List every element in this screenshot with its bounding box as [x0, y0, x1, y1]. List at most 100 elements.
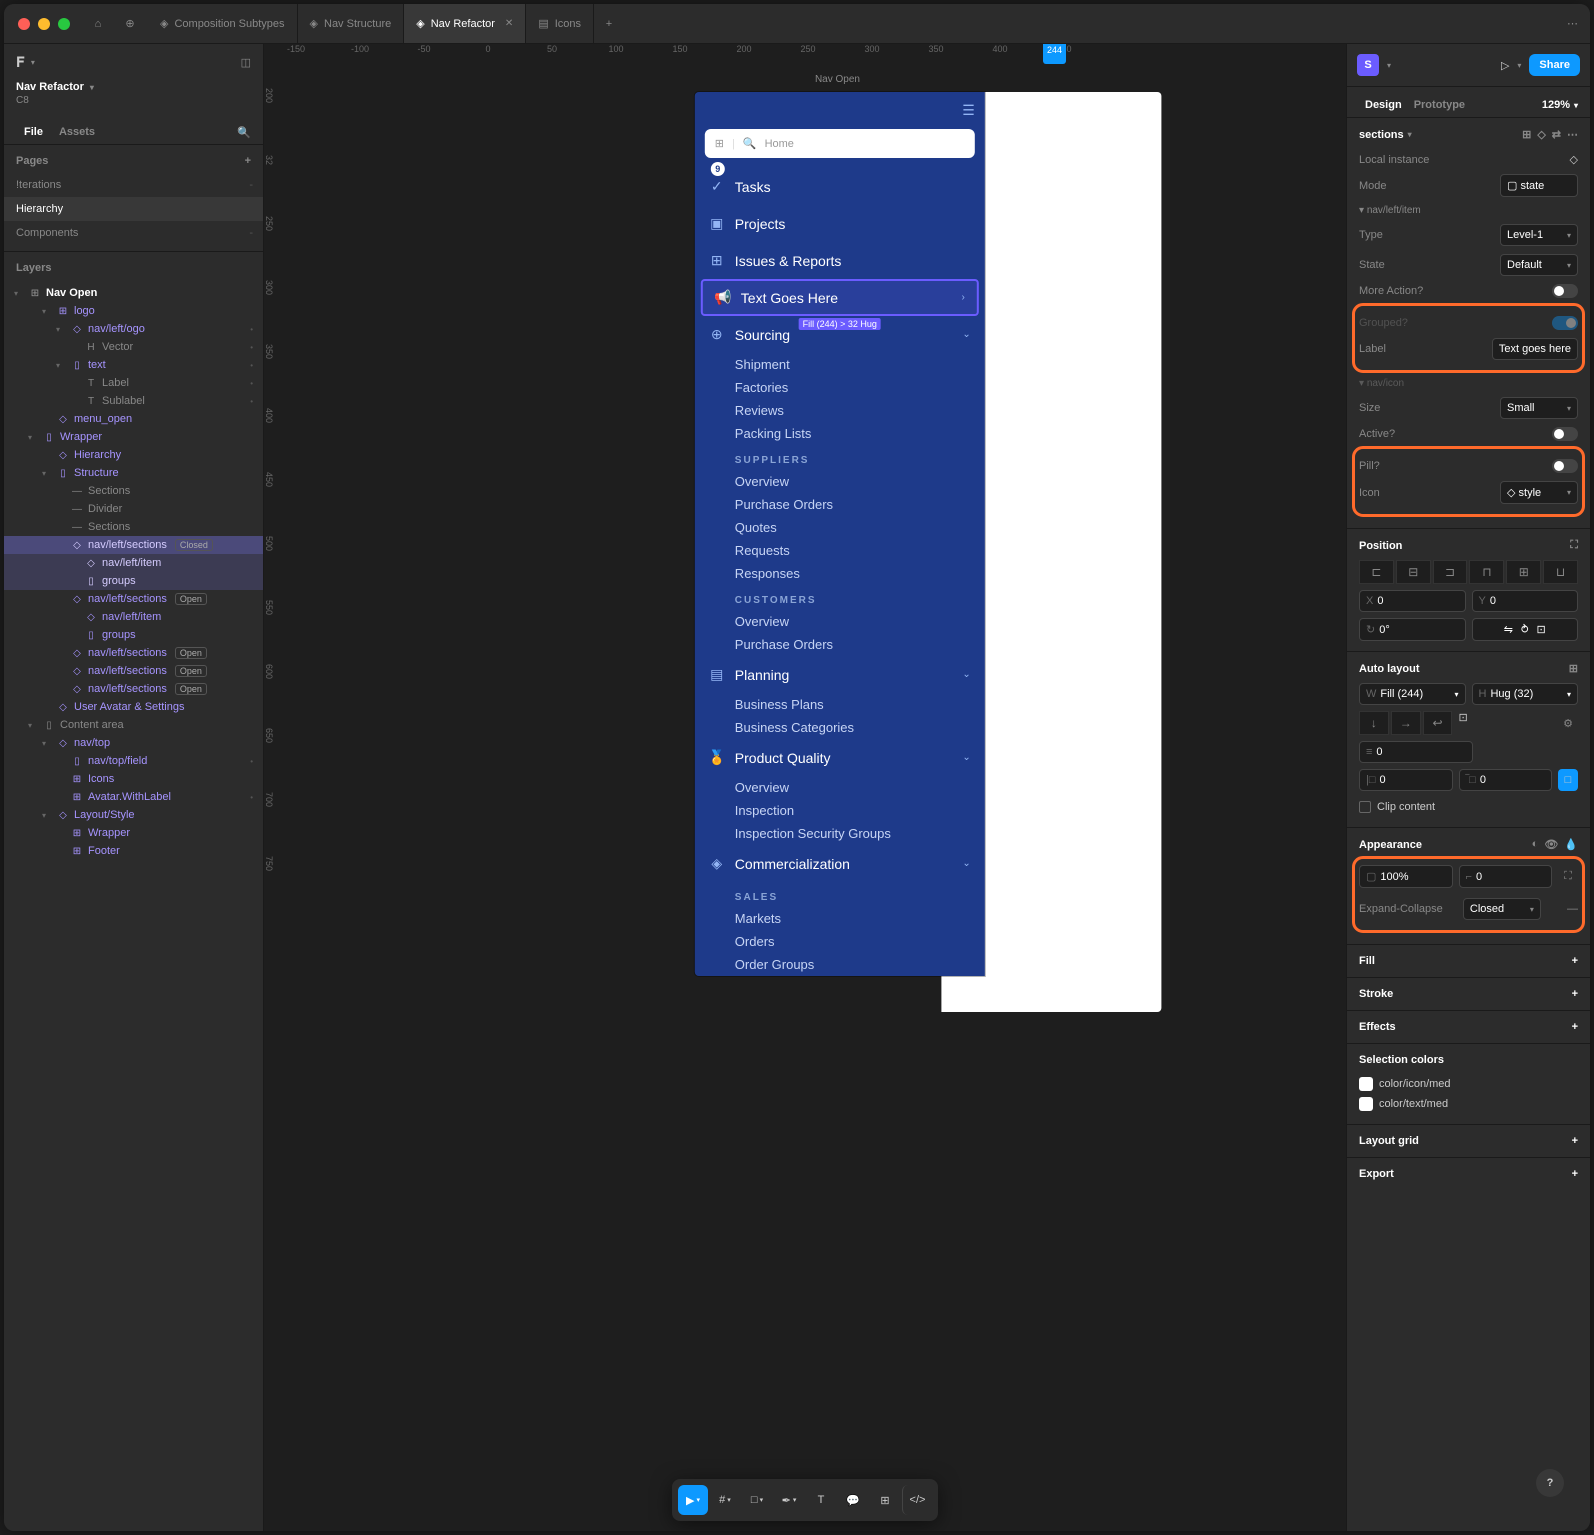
- more-icon[interactable]: ⋯: [1555, 17, 1590, 30]
- layer-row[interactable]: ▯groups: [4, 626, 263, 644]
- close-window-icon[interactable]: [18, 18, 30, 30]
- devmode-tool-icon[interactable]: </>: [902, 1485, 932, 1515]
- alignment-grid[interactable]: ⊡: [1459, 711, 1553, 735]
- padding-h-input[interactable]: |□0: [1359, 769, 1453, 791]
- layer-row[interactable]: ◇User Avatar & Settings: [4, 698, 263, 716]
- chevron-icon[interactable]: ▾: [56, 325, 66, 334]
- nav-subitem[interactable]: Requests: [695, 539, 985, 562]
- more-action-toggle[interactable]: [1552, 284, 1578, 298]
- nav-subitem[interactable]: Shipment: [695, 353, 985, 376]
- nav-item[interactable]: ◈Commercialization⌄: [695, 845, 985, 882]
- share-button[interactable]: Share: [1529, 54, 1580, 76]
- canvas[interactable]: -150-100-50050100150200250300350400450 2…: [264, 44, 1346, 1531]
- y-input[interactable]: Y0: [1472, 590, 1579, 612]
- settings-icon[interactable]: ⚙: [1558, 711, 1578, 735]
- nav-item[interactable]: ▤Planning⌄: [695, 656, 985, 693]
- align-top-icon[interactable]: ⊓: [1469, 560, 1504, 584]
- frame-tool-icon[interactable]: #▾: [710, 1485, 740, 1515]
- active-toggle[interactable]: [1552, 427, 1578, 441]
- minimize-window-icon[interactable]: [38, 18, 50, 30]
- grouped-toggle[interactable]: [1552, 316, 1578, 330]
- padding-individual-icon[interactable]: □: [1558, 769, 1578, 791]
- nav-subitem[interactable]: Responses: [695, 562, 985, 585]
- state-select[interactable]: Default▾: [1500, 254, 1578, 276]
- tab-nav-structure[interactable]: ◈Nav Structure: [298, 4, 405, 43]
- tab-prototype[interactable]: Prototype: [1408, 93, 1471, 117]
- search-field[interactable]: ⊞ | 🔍 Home: [705, 129, 975, 158]
- layer-row[interactable]: ◇nav/left/sectionsOpen: [4, 680, 263, 698]
- tab-nav-refactor[interactable]: ◈Nav Refactor✕: [404, 4, 526, 43]
- layer-row[interactable]: ◇nav/left/sectionsOpen: [4, 662, 263, 680]
- layer-row[interactable]: HVector•: [4, 338, 263, 356]
- nav-subitem[interactable]: Overview: [695, 610, 985, 633]
- nav-subitem[interactable]: Business Plans: [695, 693, 985, 716]
- layout-grid-header[interactable]: Layout grid: [1359, 1135, 1419, 1147]
- blend-icon[interactable]: ◐: [1532, 838, 1539, 851]
- home-icon[interactable]: ⌂: [84, 10, 112, 38]
- user-avatar[interactable]: S: [1357, 54, 1379, 76]
- export-header[interactable]: Export: [1359, 1168, 1394, 1180]
- layer-row[interactable]: —Divider: [4, 500, 263, 518]
- layer-row[interactable]: ▯groups: [4, 572, 263, 590]
- eye-icon[interactable]: 👁: [1544, 838, 1558, 851]
- layer-row[interactable]: ▾◇nav/left/ogo•: [4, 320, 263, 338]
- nav-subitem[interactable]: Overview: [695, 470, 985, 493]
- align-hcenter-icon[interactable]: ⊟: [1396, 560, 1431, 584]
- direction-wrap-icon[interactable]: ↩: [1423, 711, 1453, 735]
- search-icon[interactable]: 🔍: [237, 126, 251, 139]
- nav-item[interactable]: 📢Text Goes Here›Fill (244) > 32 Hug: [701, 279, 979, 316]
- layer-row[interactable]: ◇nav/left/item: [4, 608, 263, 626]
- add-grid-icon[interactable]: +: [1572, 1135, 1578, 1147]
- tab-assets[interactable]: Assets: [51, 120, 103, 144]
- corner-radius-input[interactable]: ⌐0: [1459, 865, 1553, 888]
- tab-design[interactable]: Design: [1359, 93, 1408, 117]
- layer-row[interactable]: ⊞Wrapper: [4, 824, 263, 842]
- nav-item[interactable]: ⊕Sourcing⌄: [695, 316, 985, 353]
- page-item[interactable]: Components: [4, 221, 263, 245]
- nav-item[interactable]: ⊞Issues & Reports: [695, 242, 985, 279]
- chevron-down-icon[interactable]: ▾: [90, 83, 94, 92]
- layer-row[interactable]: ▾▯Content area: [4, 716, 263, 734]
- add-stroke-icon[interactable]: +: [1572, 988, 1578, 1000]
- align-bottom-icon[interactable]: ⊔: [1543, 560, 1578, 584]
- layer-row[interactable]: ▾◇Layout/Style: [4, 806, 263, 824]
- color-style-row[interactable]: color/icon/med: [1359, 1074, 1578, 1094]
- diamond-icon[interactable]: ◇: [1537, 128, 1545, 141]
- gap-input[interactable]: ≡0: [1359, 741, 1473, 763]
- tab-composition-subtypes[interactable]: ◈Composition Subtypes: [148, 4, 298, 43]
- layer-row[interactable]: ▾◇nav/top: [4, 734, 263, 752]
- component-header[interactable]: sections: [1359, 129, 1404, 141]
- layer-row[interactable]: —Sections: [4, 482, 263, 500]
- nav-subitem[interactable]: Orders: [695, 930, 985, 953]
- minus-icon[interactable]: —: [1567, 903, 1578, 915]
- x-input[interactable]: X0: [1359, 590, 1466, 612]
- actions-tool-icon[interactable]: ⊞: [870, 1485, 900, 1515]
- mockup-nav-frame[interactable]: ☰ ⊞ | 🔍 Home ✓Tasks9▣Projects⊞Issues & R…: [695, 92, 985, 976]
- help-button[interactable]: ?: [1536, 1469, 1564, 1497]
- nav-subitem[interactable]: Inspection Security Groups: [695, 822, 985, 845]
- corner-individual-icon[interactable]: ⛶: [1558, 865, 1578, 888]
- chevron-icon[interactable]: ▾: [42, 739, 52, 748]
- new-tab-button[interactable]: +: [594, 18, 624, 30]
- chevron-down-icon[interactable]: ▾: [31, 58, 35, 67]
- stroke-header[interactable]: Stroke: [1359, 988, 1393, 1000]
- label-input[interactable]: Text goes here: [1492, 338, 1578, 360]
- chevron-icon[interactable]: ▾: [28, 433, 38, 442]
- padding-v-input[interactable]: ‾□0: [1459, 769, 1553, 791]
- add-export-icon[interactable]: +: [1572, 1168, 1578, 1180]
- layer-row[interactable]: ▾⊞logo: [4, 302, 263, 320]
- swap-icon[interactable]: ⇄: [1552, 128, 1561, 141]
- color-style-row[interactable]: color/text/med: [1359, 1094, 1578, 1114]
- chevron-icon[interactable]: ▾: [56, 361, 66, 370]
- shape-tool-icon[interactable]: □▾: [742, 1485, 772, 1515]
- direction-down-icon[interactable]: ↓: [1359, 711, 1389, 735]
- droplet-icon[interactable]: 💧: [1564, 838, 1578, 851]
- close-tab-icon[interactable]: ✕: [505, 18, 513, 29]
- nav-subitem[interactable]: Purchase Orders: [695, 633, 985, 656]
- nav-subitem[interactable]: Inspection: [695, 799, 985, 822]
- hamburger-icon[interactable]: ☰: [962, 102, 975, 119]
- flip-controls[interactable]: ⇋⥁⊡: [1472, 618, 1579, 641]
- collapse-panels-icon[interactable]: ◫: [241, 56, 251, 69]
- page-item[interactable]: !terations: [4, 173, 263, 197]
- layer-row[interactable]: ◇menu_open: [4, 410, 263, 428]
